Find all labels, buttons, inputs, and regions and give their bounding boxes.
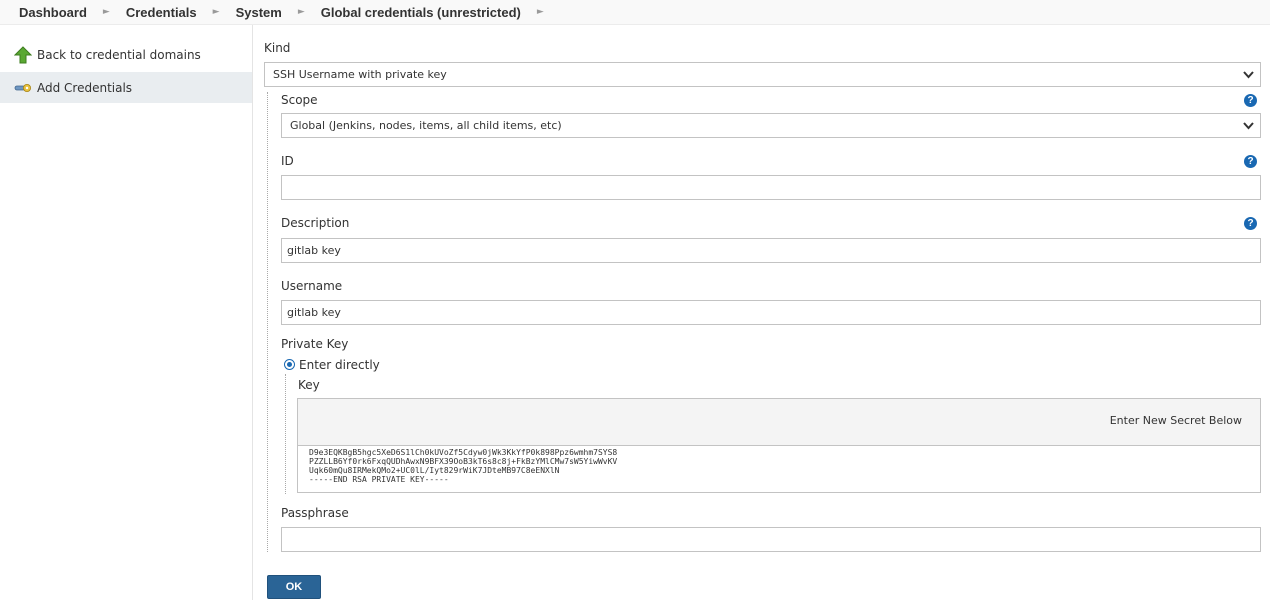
breadcrumb-global-credentials[interactable]: Global credentials (unrestricted) [311,5,531,20]
scope-help-icon[interactable]: ? [1244,94,1257,107]
sidebar-item-back-to-credential-domains[interactable]: Back to credential domains [0,39,252,70]
scope-label: Scope [281,93,318,107]
id-help-icon[interactable]: ? [1244,155,1257,168]
private-key-guide-line [285,374,286,494]
ok-button[interactable]: OK [267,575,321,599]
scope-select-value: Global (Jenkins, nodes, items, all child… [290,119,562,132]
passphrase-field[interactable] [281,527,1261,552]
breadcrumb-separator-icon[interactable]: ► [207,7,226,17]
id-label: ID [281,154,294,168]
key-line: D9e3EQKBgB5hgc5XeD6S1lCh0kUVoZf5Cdyw0jWk… [309,448,618,457]
key-line: -----END RSA PRIVATE KEY----- [309,475,449,484]
private-key-textarea[interactable]: D9e3EQKBgB5hgc5XeD6S1lCh0kUVoZf5Cdyw0jWk… [297,445,1261,493]
breadcrumb-separator-icon[interactable]: ► [292,7,311,17]
sidebar-item-add-credentials[interactable]: Add Credentials [0,72,252,103]
chevron-down-icon [1243,71,1254,79]
description-label: Description [281,216,350,230]
secret-banner-text: Enter New Secret Below [1109,414,1242,427]
breadcrumb-dashboard[interactable]: Dashboard [9,5,97,20]
key-scrollbar[interactable] [1244,446,1260,492]
key-icon [14,79,32,97]
breadcrumb-credentials[interactable]: Credentials [116,5,207,20]
sidebar: Back to credential domains Add Credentia… [0,25,253,600]
key-line: Uqk60mQu8IRMekQMo2+UC0lL/Iyt829rWiK7JDte… [309,466,560,475]
kind-select[interactable]: SSH Username with private key [264,62,1261,87]
key-line: PZZLLB6Yf0rk6FxqQUDhAwxN9BFX39OoB3kT6s8c… [309,457,618,466]
username-field[interactable] [281,300,1261,325]
username-label: Username [281,279,343,293]
breadcrumb-system[interactable]: System [226,5,292,20]
enter-directly-radio[interactable] [284,359,295,370]
key-secret-banner: Enter New Secret Below [297,398,1261,446]
section-guide-line [267,92,268,552]
key-label: Key [298,378,320,392]
chevron-down-icon [1243,122,1254,130]
breadcrumb-separator-icon[interactable]: ► [97,7,116,17]
enter-directly-label[interactable]: Enter directly [299,358,380,372]
private-key-label: Private Key [281,337,349,351]
description-field[interactable] [281,238,1261,263]
description-help-icon[interactable]: ? [1244,217,1257,230]
id-field[interactable] [281,175,1261,200]
scope-select[interactable]: Global (Jenkins, nodes, items, all child… [281,113,1261,138]
passphrase-label: Passphrase [281,506,349,520]
kind-select-value: SSH Username with private key [273,68,447,81]
sidebar-item-label: Back to credential domains [37,47,201,62]
up-arrow-icon [13,45,33,64]
sidebar-item-label: Add Credentials [37,80,133,95]
kind-label: Kind [264,41,291,55]
breadcrumb-separator-icon[interactable]: ► [531,7,550,17]
breadcrumb: Dashboard ► Credentials ► System ► Globa… [0,0,1270,25]
